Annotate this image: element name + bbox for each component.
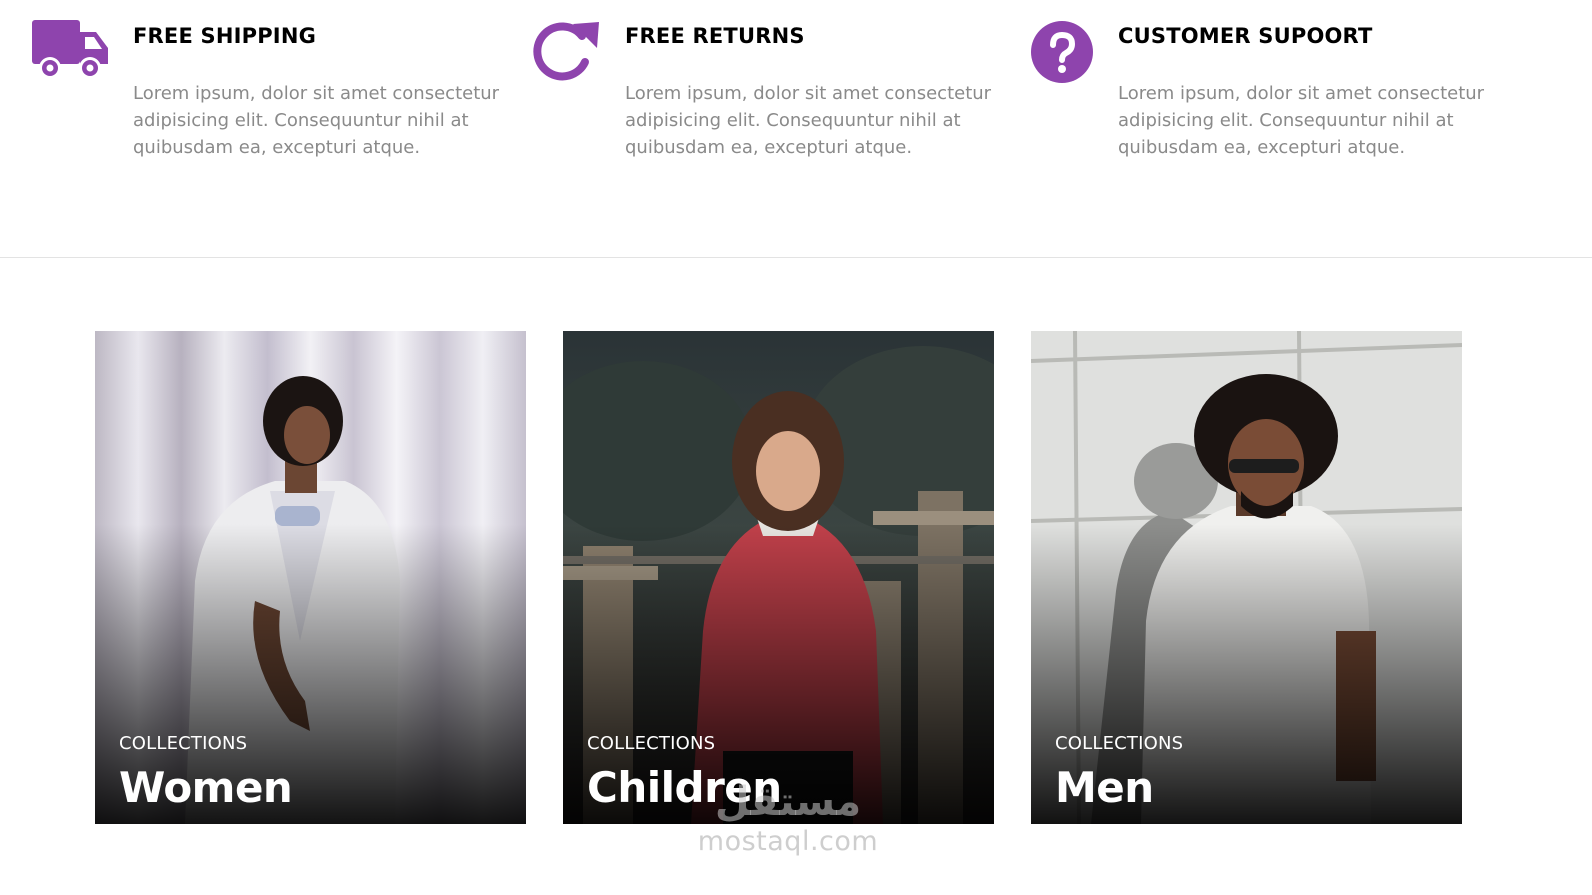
feature-free-returns: FREE RETURNS Lorem ipsum, dolor sit amet…: [524, 0, 1004, 200]
collection-name[interactable]: Men: [1055, 763, 1154, 812]
feature-description: Lorem ipsum, dolor sit amet consectetur …: [1118, 83, 1485, 158]
collection-eyebrow: COLLECTIONS: [1055, 733, 1184, 754]
question-circle-icon: [1017, 18, 1097, 84]
features-section: FREE SHIPPING Lorem ipsum, dolor sit ame…: [0, 0, 1592, 258]
collection-card-women[interactable]: COLLECTIONS Women: [95, 331, 526, 824]
feature-title: FREE SHIPPING: [133, 24, 317, 48]
feature-description: Lorem ipsum, dolor sit amet consectetur …: [625, 83, 992, 158]
feature-free-shipping: FREE SHIPPING Lorem ipsum, dolor sit ame…: [32, 0, 512, 200]
collection-name[interactable]: Children: [587, 763, 782, 812]
feature-description: Lorem ipsum, dolor sit amet consectetur …: [133, 83, 500, 158]
feature-customer-support: CUSTOMER SUPOORT Lorem ipsum, dolor sit …: [1017, 0, 1497, 200]
feature-title: CUSTOMER SUPOORT: [1118, 24, 1373, 48]
feature-title: FREE RETURNS: [625, 24, 805, 48]
collection-name[interactable]: Women: [119, 763, 293, 812]
collections-section: COLLECTIONS Women COLLECTIONS Children C…: [0, 331, 1592, 824]
refresh-arrow-icon: [524, 18, 604, 84]
collection-eyebrow: COLLECTIONS: [119, 733, 248, 754]
collection-card-men[interactable]: COLLECTIONS Men: [1031, 331, 1462, 824]
truck-icon: [32, 18, 112, 84]
collection-card-children[interactable]: COLLECTIONS Children: [563, 331, 994, 824]
watermark-latin: mostaql.com: [697, 826, 879, 857]
collection-eyebrow: COLLECTIONS: [587, 733, 716, 754]
